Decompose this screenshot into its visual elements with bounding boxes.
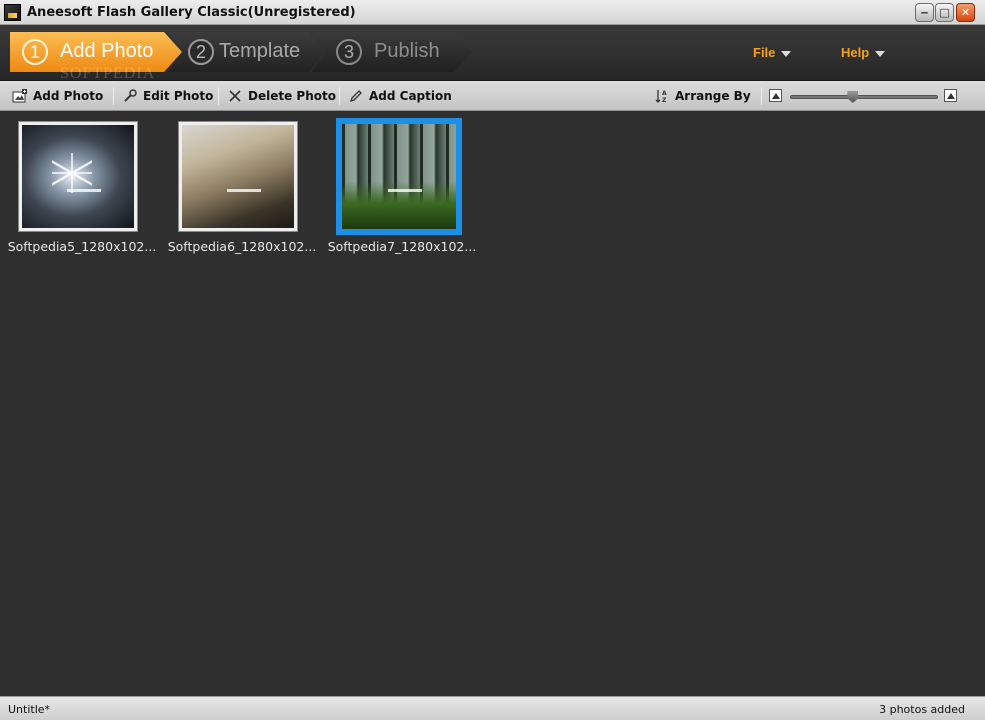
delete-photo-button[interactable]: Delete Photo [227, 86, 336, 106]
slider-thumb[interactable] [847, 91, 859, 103]
caret-down-icon [875, 50, 886, 57]
photo-name: Softpedia5_1280x102... [7, 239, 157, 254]
svg-text:Z: Z [662, 97, 667, 104]
wizard-header: 1 Add Photo 3 Publish 2 Template SOFTPED… [0, 25, 985, 82]
menu-file[interactable]: File [753, 45, 792, 60]
photo-frame[interactable] [336, 118, 462, 235]
pencil-icon [348, 88, 364, 104]
photo-image [182, 125, 294, 228]
title-bar: Aneesoft Flash Gallery Classic(Unregiste… [0, 0, 985, 25]
thumbnail-size-slider[interactable] [790, 91, 938, 103]
step-number-2: 2 [188, 39, 214, 65]
add-photo-icon [12, 88, 28, 104]
photo-image [342, 124, 456, 229]
app-icon[interactable] [4, 4, 21, 21]
photo-count: 3 photos added [879, 703, 965, 716]
menu-file-label: File [753, 45, 776, 60]
toolbar: Add Photo Edit Photo Delete Photo Add Ca… [0, 81, 985, 111]
close-button[interactable]: ✕ [956, 3, 975, 22]
photo-name: Softpedia6_1280x102... [167, 239, 317, 254]
add-photo-button[interactable]: Add Photo [12, 86, 103, 106]
step-number-3: 3 [336, 39, 362, 65]
step-label-template: Template [219, 40, 301, 62]
step-template[interactable]: 2 Template [168, 32, 326, 72]
maximize-button[interactable]: □ [935, 3, 954, 22]
photo-frame[interactable] [18, 121, 138, 232]
add-photo-label: Add Photo [33, 89, 104, 103]
svg-text:A: A [662, 90, 667, 97]
sort-icon: AZ [654, 88, 670, 104]
photo-image [22, 125, 134, 228]
delete-x-icon [227, 88, 243, 104]
step-label-add-photo: Add Photo [60, 40, 154, 62]
add-caption-button[interactable]: Add Caption [348, 86, 452, 106]
status-bar: Untitle* 3 photos added [0, 696, 985, 720]
step-publish[interactable]: 3 Publish [312, 32, 472, 72]
minimize-button[interactable]: ‒ [915, 3, 934, 22]
photo-name: Softpedia7_1280x102... [327, 239, 477, 254]
edit-photo-label: Edit Photo [143, 89, 214, 103]
menu-help[interactable]: Help [841, 45, 886, 60]
document-name: Untitle* [8, 703, 51, 716]
arrange-by-button[interactable]: AZ Arrange By [654, 86, 751, 106]
step-label-publish: Publish [374, 40, 440, 62]
caret-down-icon [781, 50, 792, 57]
delete-photo-label: Delete Photo [248, 89, 336, 103]
photo-frame[interactable] [178, 121, 298, 232]
wrench-icon [122, 88, 138, 104]
menu-help-label: Help [841, 45, 870, 60]
toolbar-divider [113, 87, 114, 105]
window-title: Aneesoft Flash Gallery Classic(Unregiste… [27, 5, 356, 20]
small-thumbnail-icon[interactable] [769, 89, 782, 102]
photo-grid[interactable]: Softpedia5_1280x102... Softpedia6_1280x1… [0, 111, 985, 696]
arrange-by-label: Arrange By [675, 89, 751, 103]
step-number-1: 1 [22, 39, 48, 65]
edit-photo-button[interactable]: Edit Photo [122, 86, 213, 106]
large-thumbnail-icon[interactable] [944, 89, 957, 102]
add-caption-label: Add Caption [369, 89, 452, 103]
toolbar-divider [339, 87, 340, 105]
toolbar-divider [761, 87, 762, 105]
toolbar-divider [218, 87, 219, 105]
